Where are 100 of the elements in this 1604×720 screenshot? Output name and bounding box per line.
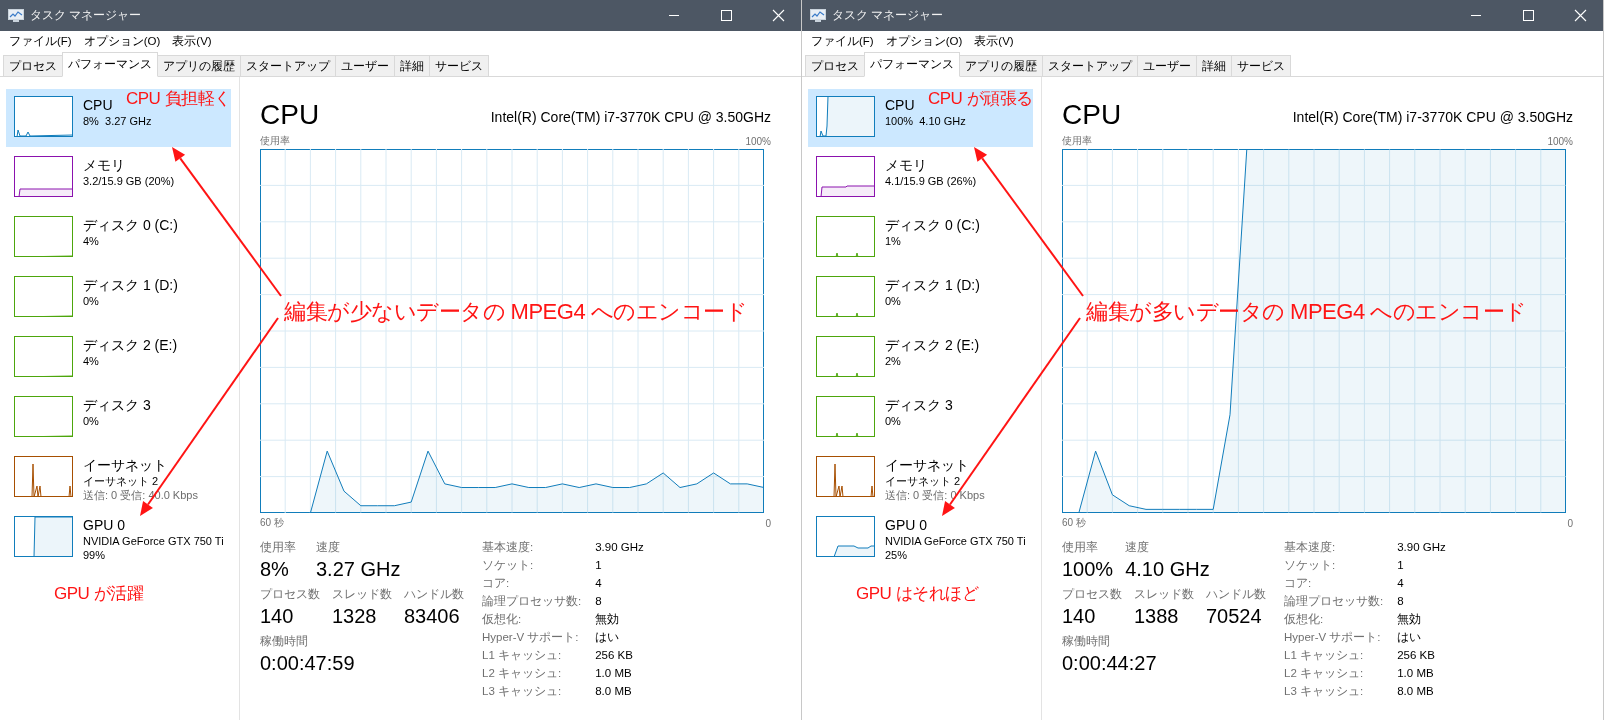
tab[interactable]: サービス xyxy=(429,55,489,76)
tab[interactable]: スタートアップ xyxy=(240,55,336,76)
annotation-text: GPU が活躍 xyxy=(54,583,144,605)
detail-label: L1 キャッシュ: xyxy=(1284,648,1365,663)
item-name: ディスク 3 xyxy=(83,397,151,414)
detail-label: 論理プロセッサ数: xyxy=(1284,594,1384,609)
sidebar-item[interactable]: ディスク 3 0% xyxy=(808,389,1033,447)
detail-label: L2 キャッシュ: xyxy=(482,666,563,681)
stat-value: 83406 xyxy=(404,604,461,629)
item-name: CPU xyxy=(885,97,915,114)
stat-value: 1388 xyxy=(1134,604,1180,629)
stat-value: 100% xyxy=(1062,557,1114,582)
window-title: タスク マネージャー xyxy=(832,7,945,24)
axis-label: 0 xyxy=(765,517,771,529)
tab[interactable]: スタートアップ xyxy=(1042,55,1138,76)
item-name: ディスク 0 (C:) xyxy=(885,217,980,234)
sidebar-item[interactable]: メモリ 3.2/15.9 GB (20%) xyxy=(6,149,231,207)
detail-value: 8.0 MB xyxy=(595,684,633,699)
item-name: GPU 0 xyxy=(885,517,927,534)
item-detail: 100% 4.10 GHz xyxy=(885,114,966,128)
item-name: ディスク 1 (D:) xyxy=(83,277,178,294)
sidebar-item[interactable]: GPU 0 NVIDIA GeForce GTX 750 Ti 25% xyxy=(808,509,1033,567)
detail-label: コア: xyxy=(482,576,511,591)
stat-label: 稼働時間 xyxy=(1062,633,1111,650)
axis-label: 100% xyxy=(1547,135,1573,147)
sidebar-item[interactable]: ディスク 3 0% xyxy=(6,389,231,447)
sidebar-item[interactable]: メモリ 4.1/15.9 GB (26%) xyxy=(808,149,1033,207)
item-detail: 2% xyxy=(885,354,901,368)
detail-label: L1 キャッシュ: xyxy=(482,648,563,663)
tab[interactable]: パフォーマンス xyxy=(864,52,960,77)
menu-item[interactable]: ファイル(F) xyxy=(806,32,879,51)
tab[interactable]: アプリの履歴 xyxy=(959,55,1043,76)
stat-value: 3.27 GHz xyxy=(316,557,401,582)
tab[interactable]: パフォーマンス xyxy=(62,52,158,77)
axis-label: 使用率 xyxy=(260,134,290,148)
item-name: メモリ xyxy=(885,157,927,174)
item-name: ディスク 2 (E:) xyxy=(885,337,980,354)
stat-value: 4.10 GHz xyxy=(1125,557,1210,582)
item-detail: イーサネット 2 xyxy=(83,474,159,488)
tab[interactable]: サービス xyxy=(1231,55,1291,76)
tab[interactable]: 詳細 xyxy=(394,55,430,76)
item-detail: 1% xyxy=(885,234,901,248)
stat-label: プロセス数 xyxy=(260,586,320,603)
item-name: ディスク 2 (E:) xyxy=(83,337,178,354)
detail-value: 無効 xyxy=(1397,612,1423,627)
sidebar-item[interactable]: ディスク 1 (D:) 0% xyxy=(808,269,1033,327)
sidebar-item[interactable]: ディスク 1 (D:) 0% xyxy=(6,269,231,327)
detail-label: L3 キャッシュ: xyxy=(1284,684,1365,699)
item-name: ディスク 3 xyxy=(885,397,953,414)
detail-value: 4 xyxy=(1397,576,1405,591)
item-detail: NVIDIA GeForce GTX 750 Ti xyxy=(885,534,1026,548)
item-detail: 99% xyxy=(83,548,106,562)
detail-label: ソケット: xyxy=(482,558,535,573)
tab[interactable]: ユーザー xyxy=(335,55,395,76)
detail-value: 無効 xyxy=(595,612,621,627)
detail-value: 8 xyxy=(595,594,603,609)
tab[interactable]: アプリの履歴 xyxy=(157,55,241,76)
stat-label: 使用率 xyxy=(1062,539,1099,556)
tab[interactable]: 詳細 xyxy=(1196,55,1232,76)
tab[interactable]: ユーザー xyxy=(1137,55,1197,76)
sidebar-item[interactable]: GPU 0 NVIDIA GeForce GTX 750 Ti 99% xyxy=(6,509,231,567)
item-detail: 25% xyxy=(885,548,908,562)
item-detail: 8% 3.27 GHz xyxy=(83,114,152,128)
detail-value: はい xyxy=(595,630,621,645)
stat-label: スレッド数 xyxy=(1134,586,1194,603)
menu-item[interactable]: オプション(O) xyxy=(880,32,968,51)
tab[interactable]: プロセス xyxy=(805,55,865,76)
annotation-text: CPU 負担軽く xyxy=(126,88,231,110)
detail-label: Hyper-V サポート: xyxy=(1284,630,1382,645)
sidebar-item[interactable]: ディスク 2 (E:) 4% xyxy=(6,329,231,387)
annotation-text: GPU はそれほど xyxy=(856,583,979,605)
tab[interactable]: プロセス xyxy=(3,55,63,76)
detail-label: 仮想化: xyxy=(482,612,523,627)
stat-label: ハンドル数 xyxy=(404,586,464,603)
stat-label: 速度 xyxy=(316,539,341,556)
detail-value: 1 xyxy=(1397,558,1405,573)
item-name: イーサネット xyxy=(885,457,969,474)
menu-item[interactable]: 表示(V) xyxy=(969,32,1019,51)
axis-label: 100% xyxy=(745,135,771,147)
sidebar-item[interactable]: CPU CPU 負担軽く 8% 3.27 GHz xyxy=(6,89,231,147)
sidebar-item[interactable]: ディスク 0 (C:) 1% xyxy=(808,209,1033,267)
detail-label: 基本速度: xyxy=(482,540,535,555)
item-name: CPU xyxy=(83,97,113,114)
item-detail: 4% xyxy=(83,354,99,368)
detail-label: Hyper-V サポート: xyxy=(482,630,580,645)
detail-label: L3 キャッシュ: xyxy=(482,684,563,699)
sidebar-item[interactable]: ディスク 0 (C:) 4% xyxy=(6,209,231,267)
sidebar-item[interactable]: ディスク 2 (E:) 2% xyxy=(808,329,1033,387)
sidebar-item[interactable]: CPU CPU が頑張る 100% 4.10 GHz xyxy=(808,89,1033,147)
stat-value: 0:00:44:27 xyxy=(1062,651,1157,676)
stat-label: 稼働時間 xyxy=(260,633,309,650)
stat-value: 140 xyxy=(260,604,295,629)
stat-value: 140 xyxy=(1062,604,1097,629)
item-name: メモリ xyxy=(83,157,125,174)
menu-item[interactable]: 表示(V) xyxy=(167,32,217,51)
detail-label: 論理プロセッサ数: xyxy=(482,594,582,609)
menu-item[interactable]: オプション(O) xyxy=(78,32,166,51)
stat-label: スレッド数 xyxy=(332,586,392,603)
menu-item[interactable]: ファイル(F) xyxy=(4,32,77,51)
detail-value: 1.0 MB xyxy=(595,666,633,681)
